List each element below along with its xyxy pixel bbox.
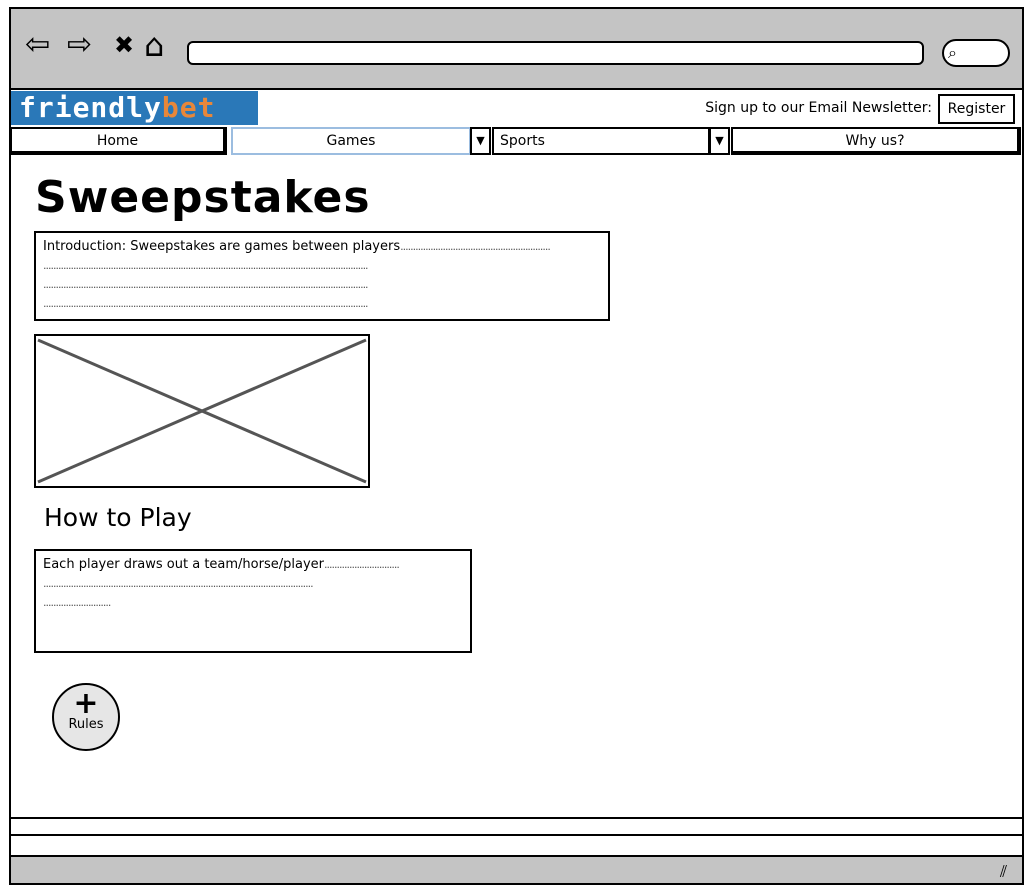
close-icon[interactable]: ✖ — [114, 30, 134, 60]
logo-text-friendly: friendly — [19, 91, 162, 124]
play-dots: .............................. — [323, 558, 400, 571]
how-to-play-heading: How to Play — [44, 503, 192, 532]
status-bar — [9, 817, 1024, 836]
browser-search-field[interactable]: ⌕ — [942, 39, 1010, 67]
intro-dots: ........................................… — [43, 297, 369, 310]
rules-button[interactable]: + Rules — [52, 683, 120, 751]
url-bar[interactable] — [187, 41, 924, 65]
image-placeholder — [34, 334, 370, 488]
intro-dots: ........................................… — [43, 278, 369, 291]
rules-label: Rules — [68, 717, 104, 732]
register-button[interactable]: Register — [938, 94, 1015, 124]
search-icon: ⌕ — [948, 43, 957, 62]
intro-text-box: Introduction: Sweepstakes are games betw… — [34, 231, 610, 321]
logo[interactable]: friendlybet — [11, 91, 258, 125]
play-dots: ........................... — [43, 596, 111, 609]
play-text: Each player draws out a team/horse/playe… — [43, 557, 324, 572]
resize-handle-icon[interactable]: ⫽ — [1000, 862, 1007, 882]
browser-footer — [9, 855, 1024, 885]
how-to-play-text-box: Each player draws out a team/horse/playe… — [34, 549, 472, 653]
play-dots: ........................................… — [43, 577, 314, 590]
forward-arrow-icon[interactable]: ⇨ — [67, 30, 92, 60]
plus-icon: + — [73, 686, 99, 721]
newsletter-label: Sign up to our Email Newsletter: — [705, 100, 932, 116]
back-arrow-icon[interactable]: ⇦ — [25, 30, 50, 60]
intro-dots: ........................................… — [400, 240, 551, 253]
nav-why-us[interactable]: Why us? — [731, 127, 1021, 155]
nav-sports[interactable]: Sports — [492, 127, 710, 155]
intro-dots: ........................................… — [43, 259, 369, 272]
page-title: Sweepstakes — [35, 172, 371, 223]
games-dropdown-icon[interactable]: ▼ — [470, 127, 491, 155]
home-icon[interactable]: ⌂ — [144, 29, 164, 61]
nav-games[interactable]: Games — [231, 127, 471, 155]
intro-text: Introduction: Sweepstakes are games betw… — [43, 239, 401, 254]
nav-home[interactable]: Home — [10, 127, 227, 155]
sports-dropdown-icon[interactable]: ▼ — [709, 127, 730, 155]
logo-text-bet: bet — [161, 91, 216, 124]
